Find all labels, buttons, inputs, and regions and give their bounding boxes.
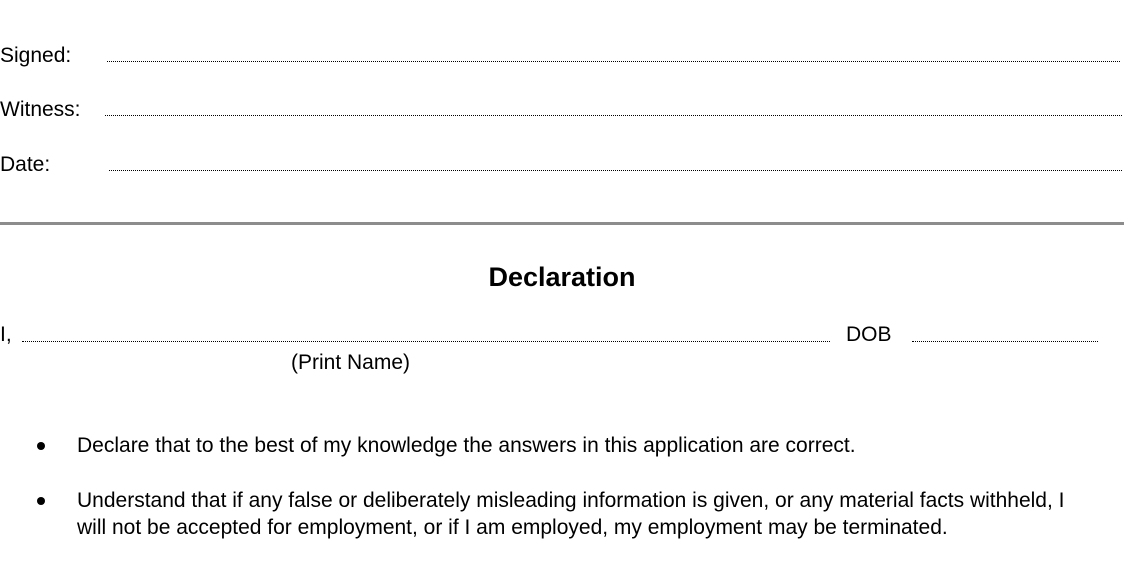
declaration-statements: Declare that to the best of my knowledge… [0,432,1124,569]
declaration-statement: Declare that to the best of my knowledge… [0,432,1077,459]
dob-label: DOB [846,323,892,346]
declaration-statement-text: Declare that to the best of my knowledge… [77,434,856,457]
section-divider [0,222,1124,225]
signed-field: Signed: [0,41,1124,71]
signed-label: Signed: [0,44,72,67]
witness-signature-line[interactable] [105,115,1122,116]
declaration-i-prefix: I, [0,323,12,346]
declaration-heading: Declaration [488,262,636,292]
date-field: Date: [0,150,1124,180]
dob-entry-line[interactable] [912,341,1098,342]
witness-field: Witness: [0,95,1124,125]
bullet-icon [37,442,45,450]
declaration-statement: Understand that if any false or delibera… [0,487,1077,541]
bullet-icon [37,497,45,505]
print-name-line[interactable] [22,341,830,342]
date-label: Date: [0,153,51,176]
declaration-statement-text: Understand that if any false or delibera… [77,489,1065,539]
witness-label: Witness: [0,98,81,121]
print-name-caption: (Print Name) [291,351,411,374]
signed-signature-line[interactable] [107,61,1120,62]
date-entry-line[interactable] [109,170,1122,171]
